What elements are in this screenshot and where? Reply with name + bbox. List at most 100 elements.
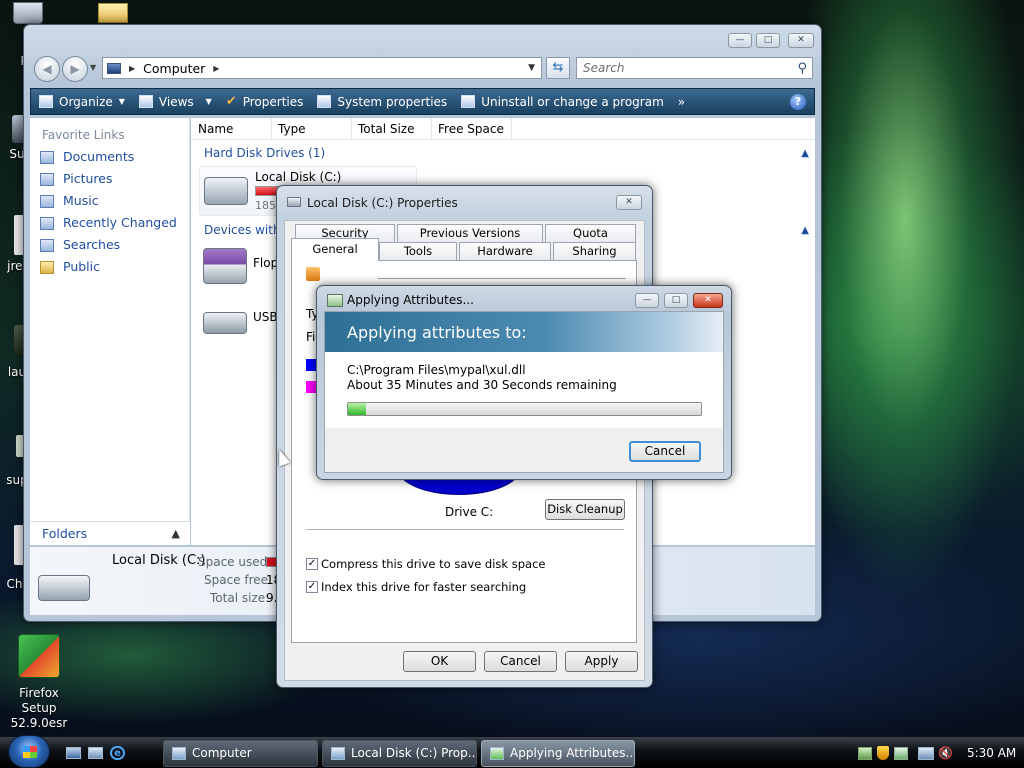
- apply-button[interactable]: Apply: [565, 651, 638, 672]
- network-connection-icon[interactable]: [918, 746, 934, 760]
- volume-muted-icon[interactable]: 🔇: [938, 746, 953, 760]
- index-label: Index this drive for faster searching: [321, 580, 527, 594]
- more-commands-button[interactable]: »: [678, 95, 685, 109]
- disk-cleanup-button[interactable]: Disk Cleanup: [545, 499, 625, 520]
- nav-searches[interactable]: Searches: [34, 234, 189, 256]
- show-desktop-icon[interactable]: [66, 747, 81, 759]
- group-hard-disks-label: Hard Disk Drives (1): [204, 146, 326, 160]
- checkbox-checked-icon: ✓: [306, 558, 318, 570]
- public-folder-icon: [40, 260, 54, 274]
- folder-icon[interactable]: [98, 3, 128, 23]
- close-button[interactable]: ✕: [693, 293, 723, 308]
- checkmark-icon: ✔: [225, 94, 237, 109]
- column-header: Name Type Total Size Free Space: [191, 118, 815, 140]
- taskbar-item-label: Computer: [192, 746, 252, 760]
- recycle-bin-icon: [13, 2, 43, 24]
- current-file: C:\Program Files\mypal\xul.dll: [347, 363, 526, 377]
- views-button[interactable]: Views ▼: [138, 95, 212, 109]
- progress-bar: [347, 402, 702, 416]
- minimize-button[interactable]: —: [728, 33, 752, 48]
- applying-body: Applying attributes to: C:\Program Files…: [324, 311, 724, 473]
- security-shield-icon[interactable]: [877, 746, 889, 760]
- documents-icon: [40, 150, 54, 164]
- cancel-apply-button[interactable]: Cancel: [629, 441, 701, 462]
- network-tray-icon[interactable]: [858, 746, 872, 760]
- uninstall-button[interactable]: Uninstall or change a program: [461, 95, 664, 109]
- chevron-down-icon: ▼: [205, 97, 212, 106]
- taskbar-item-computer[interactable]: Computer: [163, 740, 318, 767]
- clock[interactable]: 5:30 AM: [967, 746, 1016, 760]
- tab-general[interactable]: General: [291, 238, 379, 261]
- maximize-button[interactable]: □: [664, 293, 688, 308]
- address-dropdown-icon[interactable]: ▼: [528, 63, 535, 73]
- start-button[interactable]: [8, 735, 50, 768]
- collapse-icon[interactable]: ▲: [801, 225, 809, 236]
- switch-windows-icon[interactable]: [88, 747, 103, 759]
- back-button[interactable]: ◀: [34, 56, 60, 82]
- maximize-button[interactable]: □: [756, 33, 780, 48]
- checkbox-checked-icon: ✓: [306, 581, 318, 593]
- nav-public[interactable]: Public: [34, 256, 189, 278]
- nav-pictures[interactable]: Pictures: [34, 168, 189, 190]
- help-icon[interactable]: ?: [790, 93, 806, 110]
- close-button[interactable]: ✕: [616, 195, 642, 210]
- command-toolbar: Organize ▼ Views ▼ ✔ Properties System prop…: [30, 88, 815, 115]
- column-free-space[interactable]: Free Space: [432, 118, 512, 139]
- tab-previous-versions[interactable]: Previous Versions: [397, 224, 543, 242]
- usb-drive-icon: [203, 312, 247, 334]
- compress-checkbox[interactable]: ✓ Compress this drive to save disk space: [306, 557, 545, 571]
- copy-progress-icon: [327, 294, 343, 307]
- search-input[interactable]: Search ⚲: [576, 57, 813, 79]
- folders-bar[interactable]: Folders ▲: [30, 521, 190, 545]
- computer-icon: [172, 747, 186, 760]
- taskbar-item-applying[interactable]: Applying Attributes...: [481, 740, 635, 767]
- tab-sharing[interactable]: Sharing: [553, 242, 636, 260]
- column-name[interactable]: Name: [191, 118, 272, 139]
- system-properties-label: System properties: [337, 94, 448, 109]
- cancel-button[interactable]: Cancel: [484, 651, 557, 672]
- forward-button[interactable]: ▶: [62, 56, 88, 82]
- collapse-icon[interactable]: ▲: [801, 148, 809, 159]
- time-remaining: About 35 Minutes and 30 Seconds remainin…: [347, 378, 617, 392]
- nav-public-label: Public: [63, 259, 100, 274]
- address-bar[interactable]: ▶ Computer ▶ ▼: [102, 57, 542, 79]
- tab-quota[interactable]: Quota: [545, 224, 636, 242]
- ok-button[interactable]: OK: [403, 651, 476, 672]
- breadcrumb-separator-icon: ▶: [129, 63, 136, 73]
- system-properties-button[interactable]: System properties: [317, 95, 447, 109]
- breadcrumb-computer[interactable]: Computer: [143, 61, 205, 76]
- searches-icon: [40, 238, 54, 252]
- organize-button[interactable]: Organize ▼: [39, 95, 125, 109]
- column-total-size[interactable]: Total Size: [352, 118, 432, 139]
- more-label: »: [677, 94, 686, 109]
- chevron-down-icon: ▼: [118, 97, 125, 106]
- internet-explorer-icon[interactable]: e: [110, 746, 125, 760]
- tab-tools[interactable]: Tools: [379, 242, 457, 260]
- drive-label: Drive C:: [445, 505, 494, 519]
- volume-label-input[interactable]: [378, 278, 626, 282]
- nav-music[interactable]: Music: [34, 190, 189, 212]
- group-header-hard-disks[interactable]: Hard Disk Drives (1) ▲: [204, 144, 809, 162]
- refresh-button[interactable]: ⇆: [546, 57, 570, 79]
- tab-hardware[interactable]: Hardware: [459, 242, 551, 260]
- taskbar-item-label: Applying Attributes...: [510, 746, 635, 760]
- pictures-icon: [40, 172, 54, 186]
- nav-documents[interactable]: Documents: [34, 146, 189, 168]
- minimize-button[interactable]: —: [635, 293, 659, 308]
- close-button[interactable]: ✕: [788, 33, 814, 48]
- properties-button[interactable]: ✔ Properties: [226, 94, 304, 109]
- taskbar-item-properties[interactable]: Local Disk (C:) Prop...: [322, 740, 477, 767]
- recent-pages-dropdown[interactable]: ▼: [90, 63, 100, 75]
- desktop-icon-firefox-setup[interactable]: Firefox Setup 52.9.0esr: [2, 632, 76, 730]
- index-checkbox[interactable]: ✓ Index this drive for faster searching: [306, 580, 526, 594]
- nav-recently-changed[interactable]: Recently Changed: [34, 212, 189, 234]
- organize-icon: [39, 95, 53, 108]
- nav-recently-changed-label: Recently Changed: [63, 215, 177, 230]
- system-tray: 🔇 5:30 AM: [852, 741, 1024, 765]
- column-type[interactable]: Type: [272, 118, 352, 139]
- safely-remove-hardware-icon[interactable]: [894, 746, 908, 760]
- properties-label: Properties: [242, 94, 304, 109]
- nav-pictures-label: Pictures: [63, 171, 113, 186]
- search-icon[interactable]: ⚲: [797, 61, 807, 76]
- properties-title: Local Disk (C:) Properties: [307, 196, 458, 210]
